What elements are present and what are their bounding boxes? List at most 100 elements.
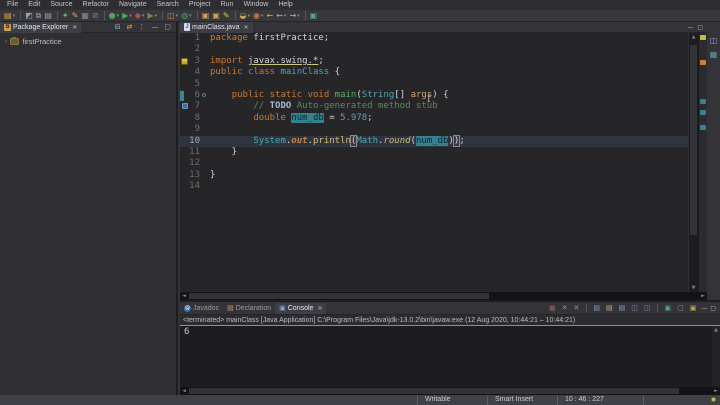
scroll-up-icon[interactable]: ▲ [712,326,720,334]
remove-all-launches-button[interactable]: ✕ [572,303,580,314]
line-number-10[interactable]: 10 [180,136,206,147]
view-menu-button[interactable]: ⋮ [137,22,146,33]
menu-edit[interactable]: Edit [23,0,45,10]
dropdown-caret-icon[interactable]: ▾ [142,13,145,19]
menu-help[interactable]: Help [273,0,297,10]
print-button[interactable]: ▤ [43,10,53,21]
dropdown-caret-icon[interactable]: ▾ [117,13,120,19]
line-number-8[interactable]: 8 [180,113,206,124]
menu-run[interactable]: Run [216,0,239,10]
code-line-5[interactable] [210,79,688,90]
code-line-13[interactable]: } [210,170,688,181]
remove-launch-button[interactable]: ✕ [561,303,569,314]
menu-navigate[interactable]: Navigate [114,0,152,10]
menu-search[interactable]: Search [152,0,184,10]
minimize-editor-button[interactable]: — [687,22,693,33]
menu-refactor[interactable]: Refactor [78,0,114,10]
console-hscrollbar[interactable]: ◄ ► [180,387,720,395]
line-number-4[interactable]: 4 [180,67,206,78]
open-task-button[interactable]: ◉▾ [252,10,265,21]
scroll-left-icon[interactable]: ◄ [180,388,188,394]
line-number-9[interactable]: 9 [180,124,206,135]
last-edit-location-button[interactable]: ← [266,10,275,21]
gutter[interactable]: 1234567891011121314 [180,33,206,292]
line-number-11[interactable]: 11 [180,147,206,158]
new-java-project-button[interactable]: ◫▾ [166,10,179,21]
overview-marker[interactable] [700,60,706,65]
code-line-8[interactable]: double num_db = 5.978; [210,113,688,124]
terminate-button[interactable]: ■ [548,303,557,314]
dropdown-caret-icon[interactable]: ▾ [189,13,192,19]
tab-declaration[interactable]: ▤ Declaration [223,303,275,314]
skip-breakpoints-button[interactable]: ⊘ [91,10,100,21]
next-annotation-button[interactable]: ▣ [309,10,319,21]
scroll-down-icon[interactable]: ▼ [689,284,698,292]
run-button[interactable]: ▶▾ [121,10,133,21]
code-pane[interactable]: package firstPractice;import javax.swing… [206,33,688,292]
dropdown-caret-icon[interactable]: ▾ [248,13,251,19]
restore-view-button-1[interactable]: ◫ [710,36,718,45]
menu-file[interactable]: File [2,0,23,10]
scroll-right-icon[interactable]: ► [712,388,720,394]
new-java-class-button[interactable]: ◍▾ [180,10,193,21]
hscroll-thumb[interactable] [189,293,489,299]
coverage-button[interactable]: ▦ [80,10,90,21]
overview-marker[interactable] [700,99,706,104]
menu-project[interactable]: Project [184,0,216,10]
code-line-7[interactable]: // TODO Auto-generated method stub [210,101,688,112]
hscroll-thumb[interactable] [189,388,679,394]
code-line-1[interactable]: package firstPractice; [210,33,688,44]
line-number-14[interactable]: 14 [180,181,206,192]
code-line-9[interactable] [210,124,688,135]
overview-marker[interactable] [700,110,706,115]
package-explorer-tab[interactable]: ⧉ Package Explorer ✕ [0,22,81,33]
maximize-view-button[interactable]: ▢ [163,22,172,33]
editor-tab-mainclass[interactable]: J mainClass.java ✕ [180,22,253,33]
overview-ruler[interactable] [698,33,707,292]
debug-button[interactable]: ●▾ [108,10,121,21]
profile-button[interactable]: ◆▾ [134,10,146,21]
code-line-14[interactable] [210,181,688,192]
line-number-1[interactable]: 1 [180,33,206,44]
minimize-view-button[interactable]: — [150,22,159,33]
line-number-13[interactable]: 13 [180,170,206,181]
open-console-button[interactable]: ▣ [663,303,672,314]
line-number-2[interactable]: 2 [180,44,206,55]
open-type-button[interactable]: ▣ [201,10,211,21]
code-line-4[interactable]: public class mainClass { [210,67,688,78]
code-line-10[interactable]: System.out.println(Math.round(num_db)); [206,136,688,147]
scroll-lock-button[interactable]: ▤ [605,303,614,314]
dropdown-caret-icon[interactable]: ▾ [13,13,16,19]
dropdown-caret-icon[interactable]: ▾ [155,13,158,19]
new-visual-class-button[interactable]: ✎ [71,10,80,21]
show-stdout-button[interactable]: ◫ [630,303,639,314]
scroll-left-icon[interactable]: ◄ [180,293,188,299]
forward-button[interactable]: →▾ [288,10,300,21]
close-icon[interactable]: ✕ [243,24,248,31]
line-number-7[interactable]: 7 [180,101,206,112]
task-marker-icon[interactable] [182,103,188,109]
console-vscrollbar[interactable]: ▲ [712,326,720,387]
search-button[interactable]: ◒▾ [239,10,252,21]
scroll-right-icon[interactable]: ► [699,293,707,299]
close-icon[interactable]: ✕ [72,24,77,31]
close-icon[interactable]: ✕ [317,305,322,312]
dropdown-caret-icon[interactable]: ▾ [176,13,179,19]
code-line-2[interactable] [210,44,688,55]
chevron-right-icon[interactable]: › [5,38,7,45]
display-console-button[interactable]: ▢ [676,303,685,314]
open-resource-button[interactable]: ▣ [211,10,221,21]
overview-marker[interactable] [700,35,706,40]
dropdown-caret-icon[interactable]: ▾ [297,13,300,19]
line-number-6[interactable]: 6 [180,90,206,101]
tab-console[interactable]: ▣ Console ✕ [275,303,326,314]
menu-window[interactable]: Window [238,0,273,10]
show-stderr-button[interactable]: ◫ [643,303,652,314]
code-line-6[interactable]: public static void main(String[] args) { [210,90,688,101]
dropdown-caret-icon[interactable]: ▾ [261,13,264,19]
editor-vscrollbar[interactable]: ▲ ▼ [688,33,698,292]
maximize-console-button[interactable]: ▢ [710,303,716,314]
clear-console-button[interactable]: ▤ [592,303,601,314]
code-line-12[interactable] [210,158,688,169]
overview-marker[interactable] [700,125,706,130]
